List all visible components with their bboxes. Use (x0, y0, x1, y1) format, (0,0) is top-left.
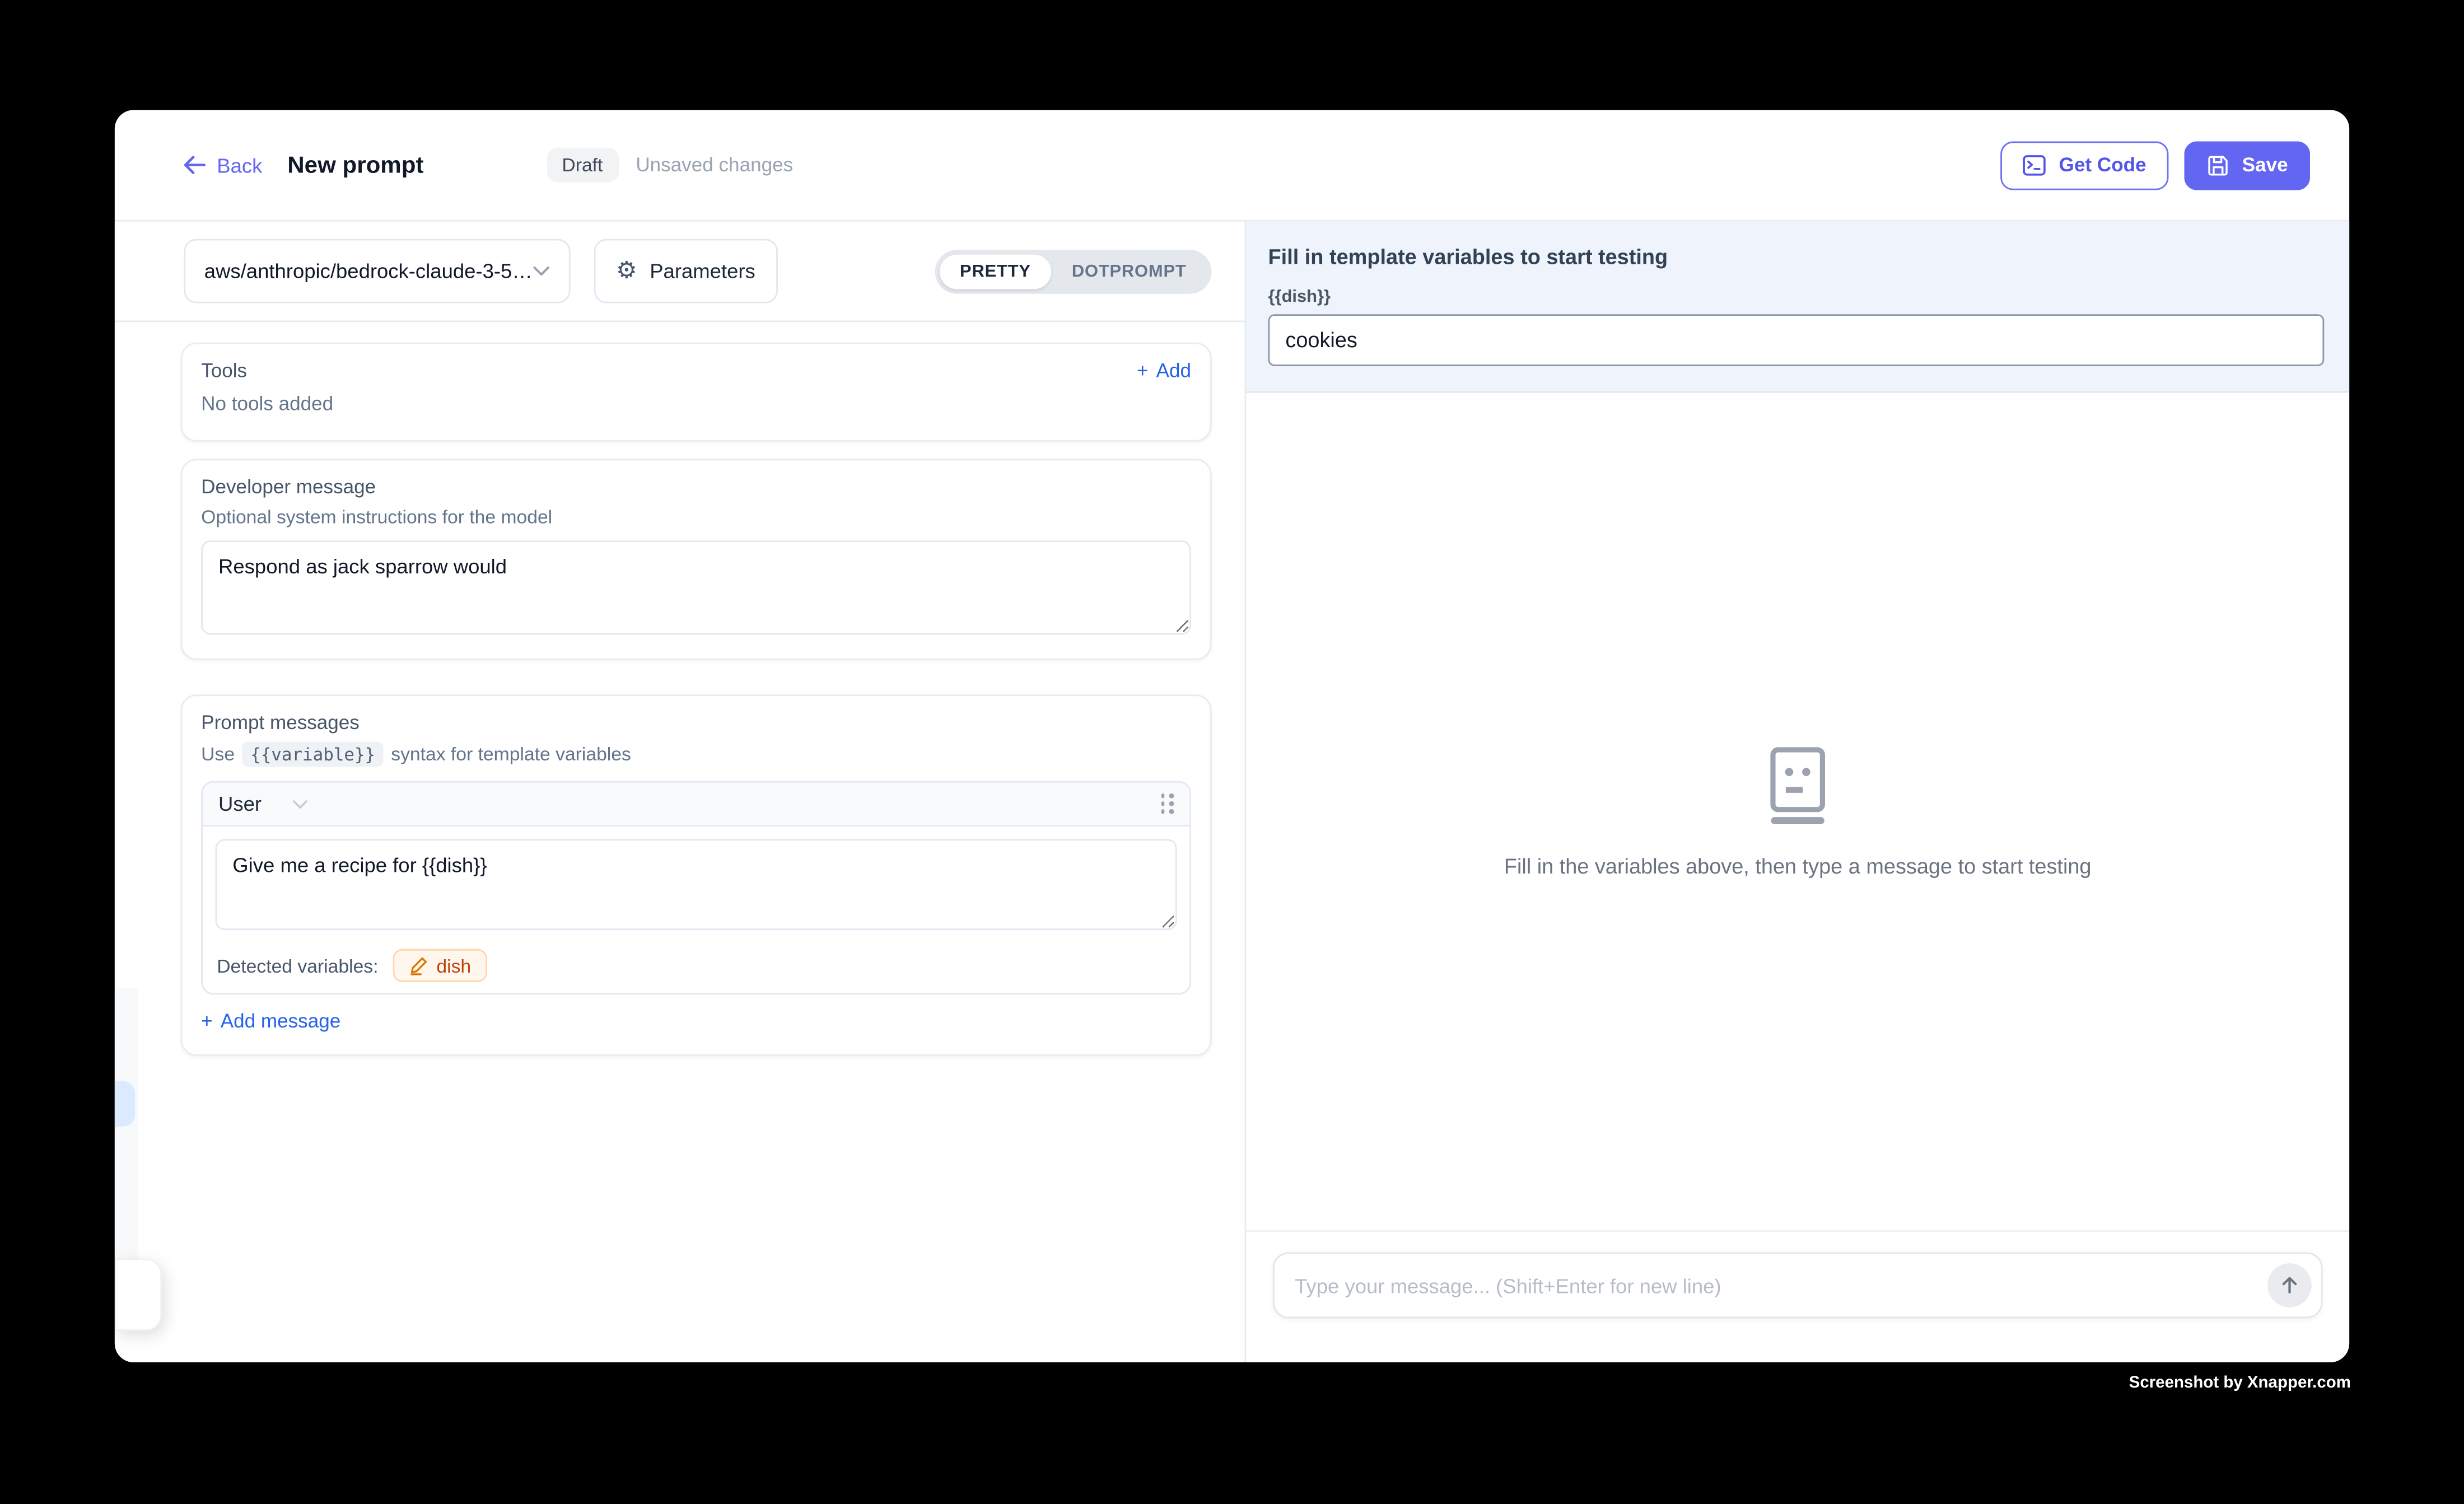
unsaved-changes-text: Unsaved changes (636, 154, 793, 176)
tools-card: Tools + Add No tools added (181, 343, 1212, 442)
arrow-left-icon (184, 156, 206, 175)
chevron-down-icon (293, 799, 309, 809)
add-message-label: Add message (221, 1010, 340, 1032)
chat-empty-state: Fill in the variables above, then type a… (1246, 393, 2349, 1231)
variable-badge-label: dish (436, 955, 471, 977)
message-role-row: User (203, 782, 1189, 826)
model-selector[interactable]: aws/anthropic/bedrock-claude-3-5-s... (184, 239, 570, 303)
test-panel-title: Fill in template variables to start test… (1268, 245, 2325, 269)
message-body: Give me a recipe for {{dish}} Detected v… (203, 826, 1189, 993)
prompt-messages-title: Prompt messages (201, 712, 1191, 734)
chat-input-bar (1246, 1230, 2349, 1362)
main-content: aws/anthropic/bedrock-claude-3-5-s... ⚙ … (115, 222, 2349, 1362)
screenshot-stage: Back New prompt Draft Unsaved changes Ge… (0, 0, 2464, 1503)
detected-variables-label: Detected variables: (217, 955, 378, 977)
message-group: User Give me a recipe for {{dish}} Detec… (201, 781, 1191, 995)
subtitle-suffix: syntax for template variables (391, 743, 631, 765)
model-selector-value: aws/anthropic/bedrock-claude-3-5-s... (204, 259, 533, 283)
add-message-button[interactable]: + Add message (201, 1010, 340, 1032)
drag-handle-icon[interactable] (1160, 794, 1174, 814)
status-badge: Draft (546, 148, 618, 183)
add-tool-button[interactable]: + Add (1137, 360, 1191, 382)
empty-state-text: Fill in the variables above, then type a… (1504, 854, 2092, 877)
save-label: Save (2242, 154, 2288, 176)
variable-value-input[interactable] (1268, 314, 2325, 366)
message-content-input[interactable]: Give me a recipe for {{dish}} (215, 839, 1177, 930)
developer-message-title: Developer message (201, 476, 1191, 498)
add-tool-label: Add (1156, 360, 1191, 382)
page-title: New prompt (287, 152, 423, 179)
toggle-option-pretty[interactable]: PRETTY (940, 254, 1052, 288)
chat-message-input[interactable] (1273, 1252, 2322, 1318)
get-code-button[interactable]: Get Code (2001, 141, 2168, 189)
variable-syntax-chip: {{variable}} (242, 741, 383, 767)
terminal-icon (2023, 153, 2046, 177)
subtitle-prefix: Use (201, 743, 235, 765)
pencil-icon (408, 955, 428, 975)
variable-badge-dish[interactable]: dish (393, 949, 487, 982)
test-panel: Fill in template variables to start test… (1246, 222, 2349, 1362)
prompt-messages-card: Prompt messages Use {{variable}} syntax … (181, 694, 1212, 1055)
header-actions: Get Code Save (2001, 141, 2310, 189)
prompt-editor-window: Back New prompt Draft Unsaved changes Ge… (115, 110, 2349, 1362)
arrow-up-icon (2279, 1274, 2300, 1296)
back-button[interactable]: Back (184, 153, 262, 177)
floating-card-fragment (115, 1259, 162, 1331)
template-variables-header: Fill in template variables to start test… (1246, 222, 2349, 393)
editor-body: Tools + Add No tools added Developer mes… (115, 322, 1245, 1362)
toggle-option-dotprompt[interactable]: DOTPROMPT (1051, 254, 1207, 288)
view-mode-toggle: PRETTY DOTPROMPT (935, 249, 1211, 293)
developer-message-card: Developer message Optional system instru… (181, 459, 1212, 660)
chevron-down-icon (533, 265, 550, 277)
send-message-button[interactable] (2267, 1263, 2312, 1307)
header: Back New prompt Draft Unsaved changes Ge… (115, 110, 2349, 221)
save-icon (2206, 153, 2229, 177)
prompt-messages-subtitle: Use {{variable}} syntax for template var… (201, 741, 1191, 767)
developer-message-subtitle: Optional system instructions for the mod… (201, 506, 1191, 528)
parameters-button[interactable]: ⚙ Parameters (594, 239, 777, 303)
gear-icon: ⚙ (616, 259, 637, 283)
parameters-label: Parameters (650, 259, 755, 283)
robot-face-icon (1766, 746, 1829, 824)
get-code-label: Get Code (2059, 154, 2146, 176)
variable-name-label: {{dish}} (1268, 288, 2325, 307)
message-role-select[interactable]: User (218, 792, 262, 815)
plus-icon: + (1137, 360, 1149, 382)
detected-variables-row: Detected variables: dish (215, 949, 1177, 982)
editor-panel: aws/anthropic/bedrock-claude-3-5-s... ⚙ … (115, 222, 1246, 1362)
sidebar-active-item[interactable] (115, 1081, 135, 1127)
tools-empty-text: No tools added (201, 393, 1191, 415)
developer-message-input[interactable]: Respond as jack sparrow would (201, 540, 1191, 634)
editor-toolbar: aws/anthropic/bedrock-claude-3-5-s... ⚙ … (115, 222, 1245, 323)
watermark-text: Screenshot by Xnapper.com (2129, 1374, 2351, 1393)
save-button[interactable]: Save (2184, 141, 2310, 189)
back-label: Back (217, 153, 262, 177)
plus-icon: + (201, 1010, 213, 1032)
tools-title: Tools (201, 360, 247, 382)
